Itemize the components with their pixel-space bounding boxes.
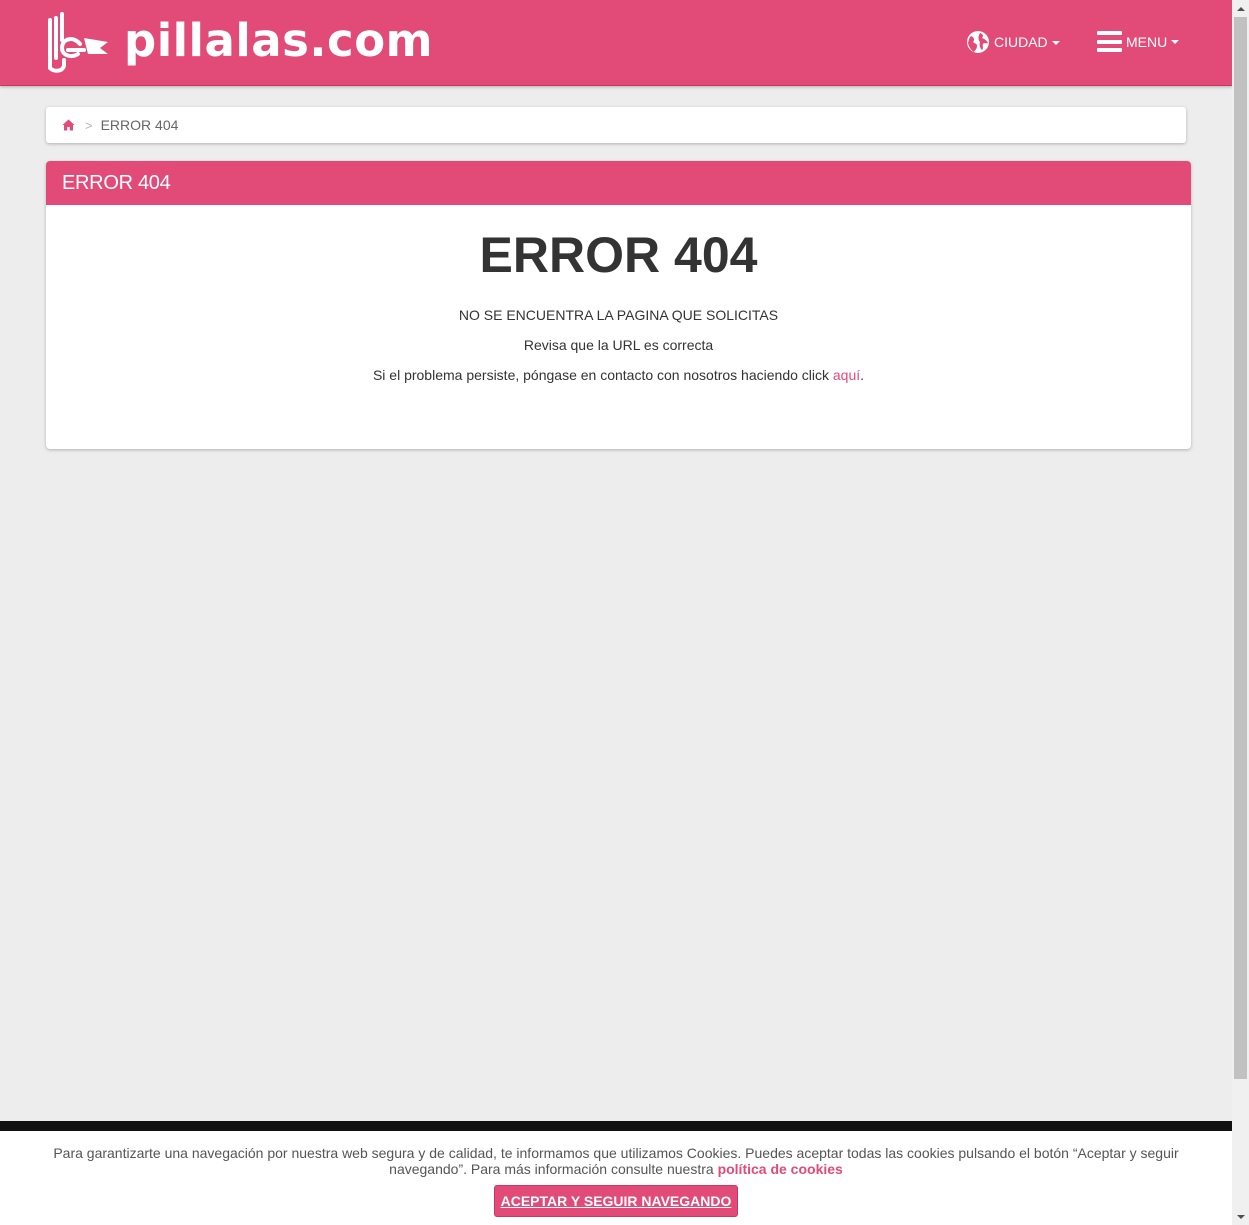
caret-down-icon <box>1051 40 1060 45</box>
hamburger-icon <box>1097 31 1122 52</box>
caret-down-icon <box>1171 40 1180 44</box>
scrollbar-thumb[interactable] <box>1234 17 1247 1079</box>
home-icon[interactable] <box>62 119 75 131</box>
menu-dropdown-button[interactable]: MENU <box>1097 31 1180 52</box>
city-dropdown-button[interactable]: CIUDAD <box>966 30 1060 54</box>
scroll-up-arrow-icon[interactable] <box>1232 0 1249 17</box>
footer-bar <box>0 1121 1232 1131</box>
cookie-policy-link[interactable]: política de cookies <box>718 1161 843 1177</box>
hand-flag-logo-icon <box>48 12 108 73</box>
scroll-down-arrow-icon[interactable] <box>1232 1208 1249 1225</box>
accept-cookies-button[interactable]: ACEPTAR Y SEGUIR NAVEGANDO <box>493 1185 739 1217</box>
panel-body: ERROR 404 NO SE ENCUENTRA LA PAGINA QUE … <box>46 205 1191 383</box>
check-url-message: Revisa que la URL es correcta <box>523 337 714 353</box>
menu-dropdown-label: MENU <box>1126 33 1168 50</box>
cookie-notice: Para garantizarte una navegación por nue… <box>50 1145 1182 1177</box>
breadcrumb-current: ERROR 404 <box>100 117 179 133</box>
brand-name: pillalas.com <box>124 13 434 67</box>
cookie-banner: Para garantizarte una navegación por nue… <box>0 1131 1232 1225</box>
error-title: ERROR 404 <box>479 227 758 283</box>
city-dropdown-label: CIUDAD <box>994 34 1048 50</box>
contact-link[interactable]: aquí <box>833 367 860 383</box>
error-panel: ERROR 404 ERROR 404 NO SE ENCUENTRA LA P… <box>46 161 1191 449</box>
site-logo[interactable]: pillalas.com <box>44 10 433 76</box>
contact-message-text: Si el problema persiste, póngase en cont… <box>372 367 833 383</box>
vertical-scrollbar[interactable] <box>1232 0 1249 1225</box>
site-header: pillalas.com CIUDAD MENU <box>0 0 1232 86</box>
contact-message: Si el problema persiste, póngase en cont… <box>46 367 1191 383</box>
cookie-notice-text: Para garantizarte una navegación por nue… <box>53 1145 1179 1177</box>
not-found-message: NO SE ENCUENTRA LA PAGINA QUE SOLICITAS <box>458 307 779 323</box>
breadcrumb-separator: > <box>85 117 93 133</box>
breadcrumb: > ERROR 404 <box>46 107 1186 143</box>
panel-heading: ERROR 404 <box>46 161 1191 205</box>
globe-icon <box>967 31 989 53</box>
contact-message-suffix: . <box>860 367 865 383</box>
